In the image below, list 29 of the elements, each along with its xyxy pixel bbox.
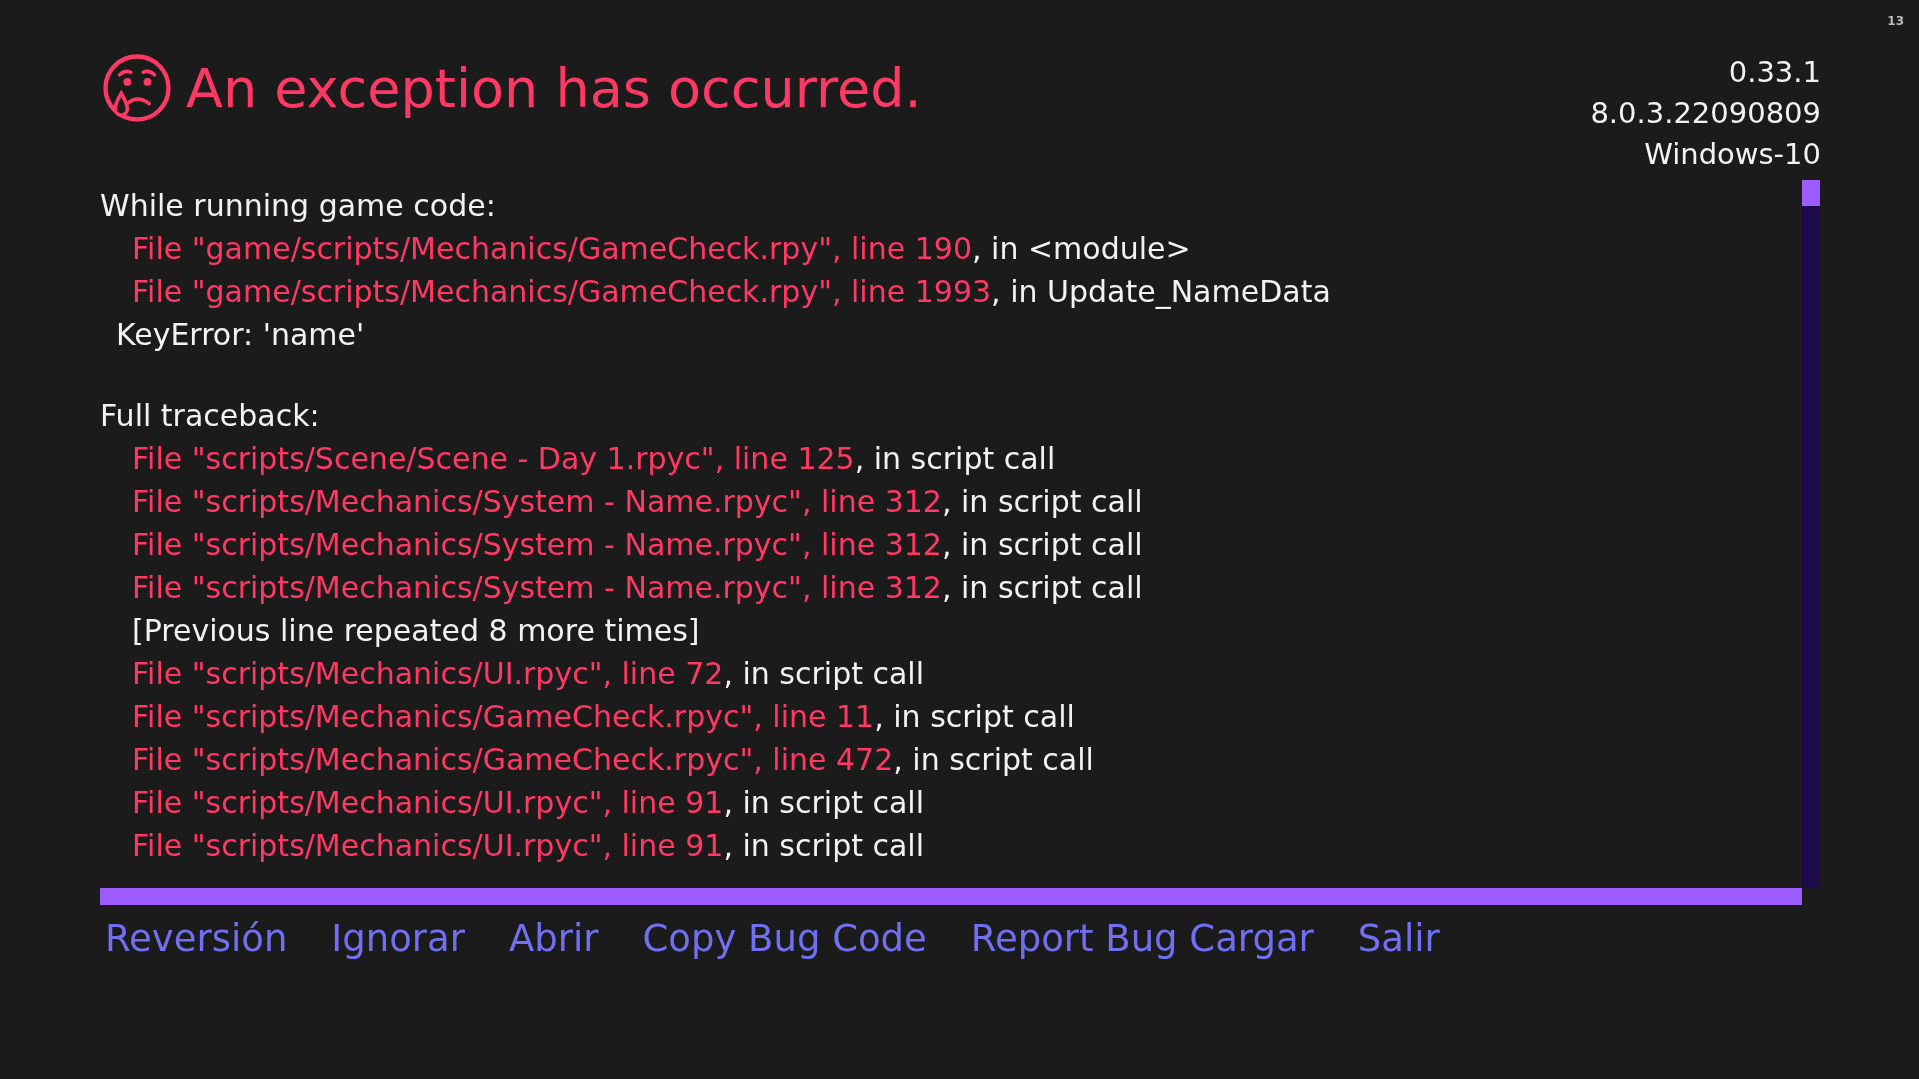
traceback-line: File "scripts/Mechanics/GameCheck.rpyc", line 11, in script call [132,698,1075,736]
traceback-line: File "scripts/Mechanics/UI.rpyc", line 91, in script call [132,827,924,865]
error-message: KeyError: 'name' [116,316,365,354]
traceback-line: File "game/scripts/Mechanics/GameCheck.rpy", line 1993, in Update_NameData [132,273,1331,311]
version-text: 8.0.3.22090809 [1590,95,1821,132]
traceback-line: File "scripts/Mechanics/UI.rpyc", line 72, in script call [132,655,924,693]
section-heading: While running game code: [100,187,496,225]
action-button[interactable]: Report Bug Cargar [970,917,1314,960]
version-text: 0.33.1 [1727,54,1821,91]
action-button[interactable]: Copy Bug Code [642,917,927,960]
section-heading: Full traceback: [100,397,320,435]
traceback-line: File "scripts/Mechanics/System - Name.rpyc", line 312, in script call [132,569,1143,607]
error-title: An exception has occurred. [186,56,922,120]
vertical-scrollbar[interactable] [1802,180,1820,888]
repeat-note: [Previous line repeated 8 more times] [132,612,700,650]
traceback-line: File "game/scripts/Mechanics/GameCheck.rpy", line 190, in <module> [132,230,1191,268]
traceback-line: File "scripts/Mechanics/UI.rpyc", line 91, in script call [132,784,924,822]
traceback-line: File "scripts/Mechanics/GameCheck.rpyc", line 472, in script call [132,741,1094,779]
traceback-line: File "scripts/Mechanics/System - Name.rpyc", line 312, in script call [132,483,1143,521]
traceback-line: File "scripts/Scene/Scene - Day 1.rpyc", line 125, in script call [132,440,1056,478]
version-text: Windows-10 [1643,136,1821,173]
horizontal-scrollbar[interactable] [100,888,1802,905]
action-button[interactable]: Abrir [508,917,599,960]
action-button[interactable]: Ignorar [331,917,465,960]
action-button[interactable]: Reversión [105,917,288,960]
corner-number: 13 [1887,14,1904,28]
crying-face-icon [102,53,172,123]
action-button[interactable]: Salir [1357,917,1440,960]
traceback-line: File "scripts/Mechanics/System - Name.rpyc", line 312, in script call [132,526,1143,564]
